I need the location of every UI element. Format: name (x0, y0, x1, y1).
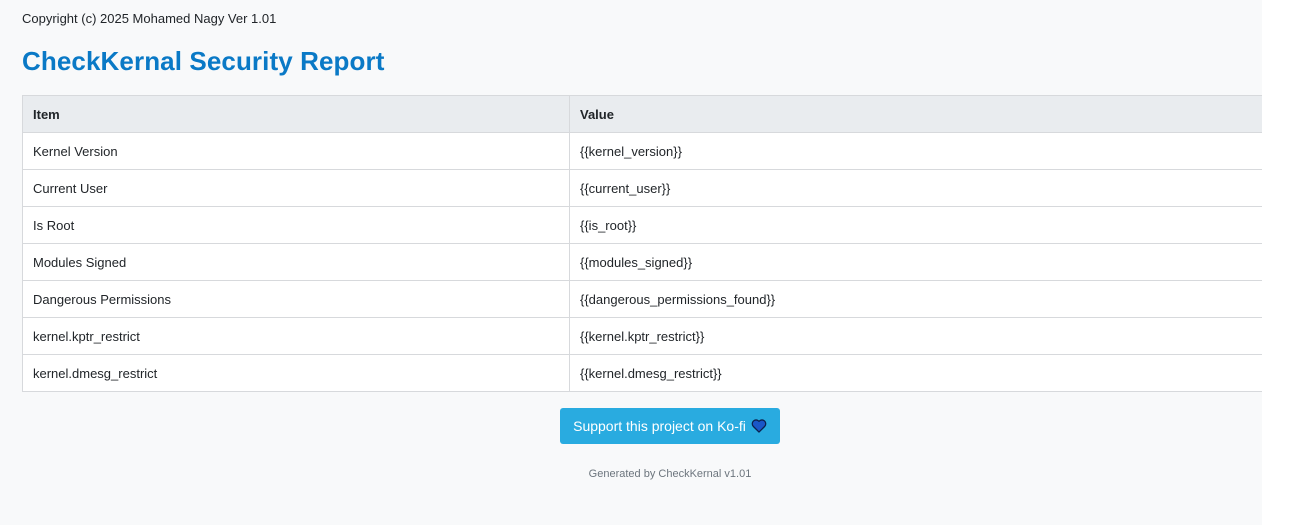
row-value-cell: {{kernel.kptr_restrict}} (569, 317, 1262, 355)
copyright-text: Copyright (c) 2025 Mohamed Nagy Ver 1.01 (22, 11, 277, 26)
generated-by-footer: Generated by CheckKernal v1.01 (588, 468, 752, 480)
column-header-item: Item (22, 95, 570, 133)
row-value-cell: {{modules_signed}} (569, 243, 1262, 281)
table-row: Modules Signed {{modules_signed}} (22, 243, 1262, 281)
report-table: Item Value Kernel Version {{kernel_versi… (22, 95, 1262, 392)
row-item-cell: Dangerous Permissions (22, 280, 570, 318)
table-row: Current User {{current_user}} (22, 169, 1262, 207)
row-item-cell: Current User (22, 169, 570, 207)
row-item-cell: Modules Signed (22, 243, 570, 281)
kofi-support-label: Support this project on Ko-fi (573, 418, 746, 434)
row-item-cell: kernel.dmesg_restrict (22, 354, 570, 392)
table-row: Kernel Version {{kernel_version}} (22, 132, 1262, 170)
table-row: kernel.dmesg_restrict {{kernel.dmesg_res… (22, 354, 1262, 392)
table-header-row: Item Value (22, 95, 1262, 133)
row-item-cell: kernel.kptr_restrict (22, 317, 570, 355)
row-value-cell: {{dangerous_permissions_found}} (569, 280, 1262, 318)
row-value-cell: {{kernel_version}} (569, 132, 1262, 170)
table-row: Is Root {{is_root}} (22, 206, 1262, 244)
heart-icon (751, 419, 767, 433)
row-value-cell: {{is_root}} (569, 206, 1262, 244)
row-value-cell: {{current_user}} (569, 169, 1262, 207)
table-row: kernel.kptr_restrict {{kernel.kptr_restr… (22, 317, 1262, 355)
row-value-cell: {{kernel.dmesg_restrict}} (569, 354, 1262, 392)
row-item-cell: Kernel Version (22, 132, 570, 170)
kofi-support-button[interactable]: Support this project on Ko-fi (560, 408, 780, 444)
page-title: CheckKernal Security Report (22, 46, 385, 76)
row-item-cell: Is Root (22, 206, 570, 244)
column-header-value: Value (569, 95, 1262, 133)
report-page: Copyright (c) 2025 Mohamed Nagy Ver 1.01… (0, 0, 1262, 525)
table-row: Dangerous Permissions {{dangerous_permis… (22, 280, 1262, 318)
